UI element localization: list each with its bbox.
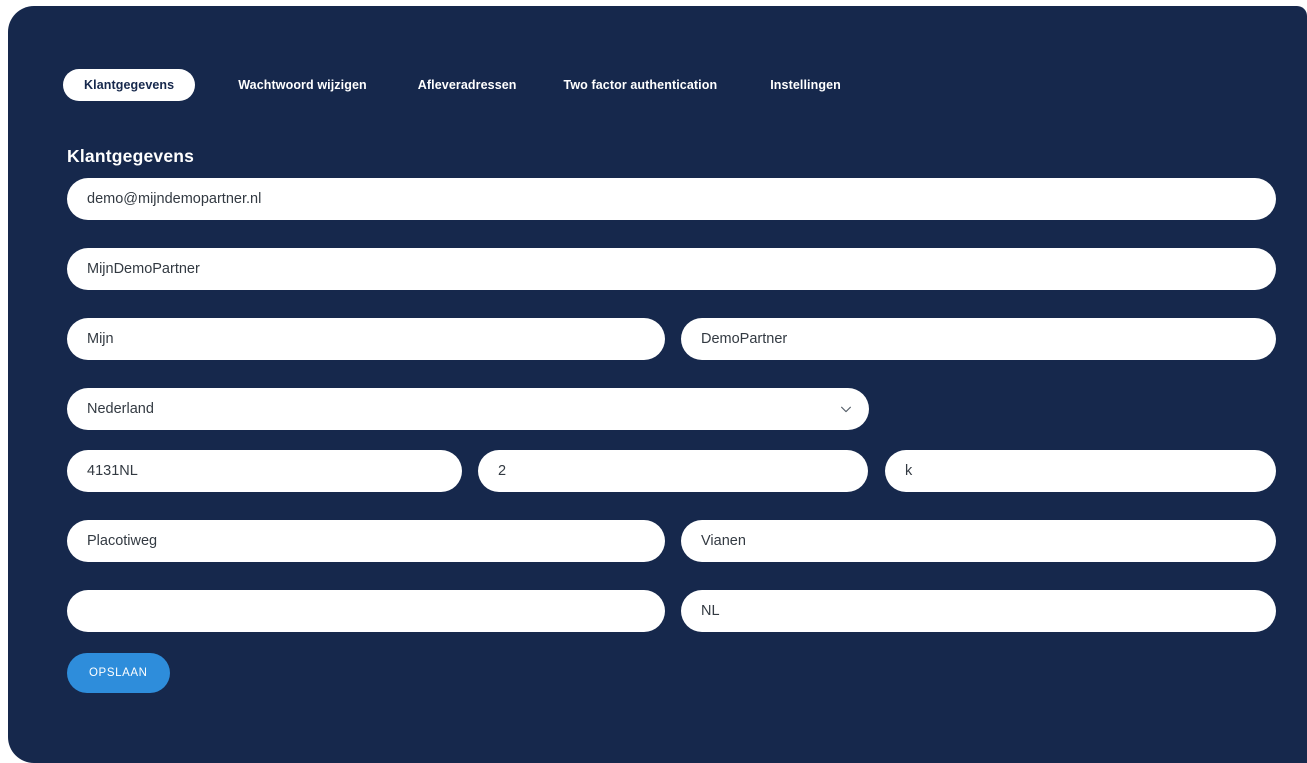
extra-address-field[interactable]: [67, 590, 665, 632]
postal-code-field[interactable]: 4131NL: [67, 450, 462, 492]
tab-two-factor-authentication[interactable]: Two factor authentication: [564, 69, 718, 101]
city-field[interactable]: Vianen: [681, 520, 1276, 562]
tab-wachtwoord-wijzigen[interactable]: Wachtwoord wijzigen: [238, 69, 367, 101]
company-name-field[interactable]: MijnDemoPartner: [67, 248, 1276, 290]
account-panel: Klantgegevens Wachtwoord wijzigen Afleve…: [8, 6, 1307, 763]
city-value: Vianen: [701, 532, 746, 549]
house-number-field[interactable]: 2: [478, 450, 868, 492]
save-button[interactable]: OPSLAAN: [67, 653, 170, 693]
country-select-value: Nederland: [87, 400, 154, 417]
tab-label: Afleveradressen: [417, 78, 517, 92]
tab-label: Two factor authentication: [563, 78, 718, 92]
last-name-value: DemoPartner: [701, 330, 788, 347]
company-name-value: MijnDemoPartner: [87, 260, 200, 277]
postal-code-value: 4131NL: [87, 462, 138, 479]
chevron-down-icon: [839, 402, 853, 416]
tab-klantgegevens[interactable]: Klantgegevens: [63, 69, 196, 101]
country-code-value: NL: [701, 602, 720, 619]
last-name-field[interactable]: DemoPartner: [681, 318, 1276, 360]
tab-instellingen[interactable]: Instellingen: [770, 69, 841, 101]
page-title: Klantgegevens: [67, 146, 195, 166]
country-code-field[interactable]: NL: [681, 590, 1276, 632]
first-name-field[interactable]: Mijn: [67, 318, 665, 360]
tab-afleveradressen[interactable]: Afleveradressen: [418, 69, 517, 101]
tab-label: Klantgegevens: [84, 78, 175, 92]
house-number-suffix-field[interactable]: k: [885, 450, 1276, 492]
street-value: Placotiweg: [87, 532, 158, 549]
tab-bar: Klantgegevens Wachtwoord wijzigen Afleve…: [63, 68, 841, 102]
tab-label: Instellingen: [770, 78, 841, 92]
house-number-suffix-value: k: [905, 462, 913, 479]
country-select[interactable]: Nederland: [67, 388, 869, 430]
street-field[interactable]: Placotiweg: [67, 520, 665, 562]
tab-label: Wachtwoord wijzigen: [238, 78, 367, 92]
page-root: Klantgegevens Wachtwoord wijzigen Afleve…: [0, 0, 1307, 763]
first-name-value: Mijn: [87, 330, 114, 347]
email-field-value: demo@mijndemopartner.nl: [87, 190, 262, 207]
email-field[interactable]: demo@mijndemopartner.nl: [67, 178, 1276, 220]
house-number-value: 2: [498, 462, 507, 479]
